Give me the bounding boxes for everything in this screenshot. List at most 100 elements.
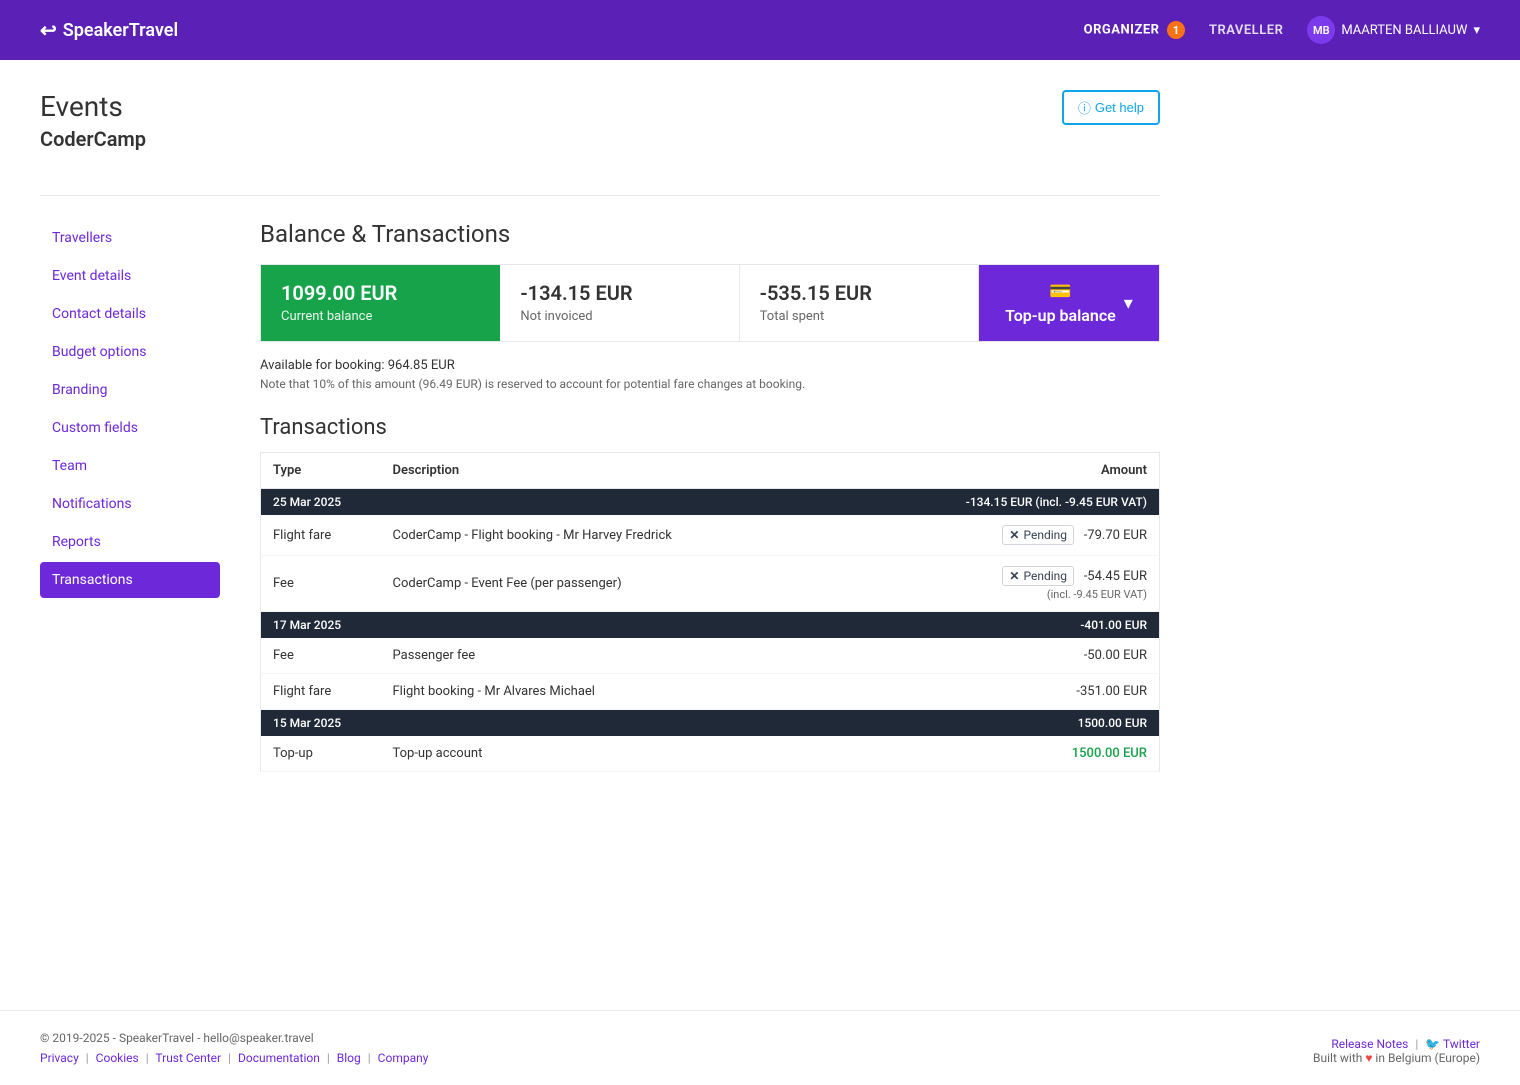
date-total: 1500.00 EUR <box>940 710 1160 737</box>
footer-link-cookies[interactable]: Cookies <box>96 1051 139 1065</box>
sidebar: Travellers Event details Contact details… <box>40 220 220 772</box>
date-label: 25 Mar 2025 <box>261 489 381 516</box>
sidebar-item-event-details[interactable]: Event details <box>40 258 220 294</box>
footer-link-blog[interactable]: Blog <box>337 1051 361 1065</box>
divider <box>40 195 1160 196</box>
total-spent-label: Total spent <box>760 309 958 324</box>
total-spent-card: -535.15 EUR Total spent <box>740 265 979 341</box>
footer-link-company[interactable]: Company <box>378 1051 429 1065</box>
logo[interactable]: ↩ SpeakerTravel <box>40 18 178 42</box>
footer-link-trust-center[interactable]: Trust Center <box>155 1051 221 1065</box>
sub-amount: (incl. -9.45 EUR VAT) <box>952 588 1148 601</box>
table-row: Top-up Top-up account 1500.00 EUR <box>261 736 1160 772</box>
nav-badge: 1 <box>1167 21 1185 39</box>
row-type: Flight fare <box>261 674 381 710</box>
date-total: -401.00 EUR <box>940 612 1160 639</box>
row-amount: -351.00 EUR <box>940 674 1160 710</box>
transactions-title: Transactions <box>260 415 1160 440</box>
row-description: Flight booking - Mr Alvares Michael <box>381 674 940 710</box>
row-amount: 1500.00 EUR <box>940 736 1160 772</box>
current-balance-amount: 1099.00 EUR <box>281 281 479 305</box>
logo-icon: ↩ <box>40 18 57 42</box>
row-type: Top-up <box>261 736 381 772</box>
table-row: Fee CoderCamp - Event Fee (per passenger… <box>261 556 1160 612</box>
table-row: Fee Passenger fee -50.00 EUR <box>261 638 1160 674</box>
get-help-button[interactable]: ⓘ Get help <box>1062 90 1160 125</box>
page-subtitle: CoderCamp <box>40 127 146 151</box>
x-icon: ✕ <box>1009 569 1019 583</box>
date-group-row: 25 Mar 2025 -134.15 EUR (incl. -9.45 EUR… <box>261 489 1160 516</box>
not-invoiced-label: Not invoiced <box>520 309 718 324</box>
row-amount: ✕ Pending -54.45 EUR (incl. -9.45 EUR VA… <box>940 556 1160 612</box>
amount-positive: 1500.00 EUR <box>1072 746 1147 761</box>
sidebar-item-team[interactable]: Team <box>40 448 220 484</box>
row-type: Fee <box>261 638 381 674</box>
content-layout: Travellers Event details Contact details… <box>40 220 1160 772</box>
pending-badge: ✕ Pending <box>1002 566 1074 586</box>
header: ↩ SpeakerTravel ORGANIZER 1 TRAVELLER MB… <box>0 0 1520 60</box>
footer-copyright: © 2019-2025 - SpeakerTravel - hello@spea… <box>40 1031 428 1045</box>
chevron-down-icon: ▾ <box>1473 23 1480 38</box>
top-bar: Events CoderCamp ⓘ Get help <box>40 90 1160 175</box>
date-label: 15 Mar 2025 <box>261 710 381 737</box>
heart-icon: ♥ <box>1365 1051 1372 1065</box>
info-icon: ⓘ <box>1078 98 1091 117</box>
row-description: CoderCamp - Flight booking - Mr Harvey F… <box>381 515 940 556</box>
sidebar-item-notifications[interactable]: Notifications <box>40 486 220 522</box>
footer-links: Privacy | Cookies | Trust Center | Docum… <box>40 1051 428 1065</box>
row-description: CoderCamp - Event Fee (per passenger) <box>381 556 940 612</box>
row-amount: -50.00 EUR <box>940 638 1160 674</box>
row-type: Fee <box>261 556 381 612</box>
row-description: Top-up account <box>381 736 940 772</box>
logo-text: SpeakerTravel <box>63 20 178 41</box>
available-note: Note that 10% of this amount (96.49 EUR)… <box>260 377 1160 391</box>
date-group-row: 15 Mar 2025 1500.00 EUR <box>261 710 1160 737</box>
date-label: 17 Mar 2025 <box>261 612 381 639</box>
nav-user-name: MAARTEN BALLIAUW <box>1341 23 1467 38</box>
not-invoiced-amount: -134.15 EUR <box>520 281 718 305</box>
sidebar-item-travellers[interactable]: Travellers <box>40 220 220 256</box>
total-spent-amount: -535.15 EUR <box>760 281 958 305</box>
footer-right: Release Notes | 🐦 Twitter Built with ♥ i… <box>1313 1037 1480 1065</box>
not-invoiced-card: -134.15 EUR Not invoiced <box>500 265 739 341</box>
sidebar-item-contact-details[interactable]: Contact details <box>40 296 220 332</box>
table-header-row: Type Description Amount <box>261 453 1160 489</box>
balance-section-title: Balance & Transactions <box>260 220 1160 248</box>
topup-label: Top-up balance <box>1005 306 1116 325</box>
main-content: Events CoderCamp ⓘ Get help Travellers E… <box>0 60 1200 1010</box>
available-info: Available for booking: 964.85 EUR <box>260 358 1160 373</box>
footer-link-documentation[interactable]: Documentation <box>238 1051 320 1065</box>
pending-badge: ✕ Pending <box>1002 525 1074 545</box>
footer-left: © 2019-2025 - SpeakerTravel - hello@spea… <box>40 1031 428 1065</box>
topup-card[interactable]: 💳 Top-up balance ▾ <box>979 265 1159 341</box>
date-group-row: 17 Mar 2025 -401.00 EUR <box>261 612 1160 639</box>
sidebar-item-transactions[interactable]: Transactions <box>40 562 220 598</box>
date-total: -134.15 EUR (incl. -9.45 EUR VAT) <box>940 489 1160 516</box>
table-row: Flight fare Flight booking - Mr Alvares … <box>261 674 1160 710</box>
page-header: Events CoderCamp <box>40 90 146 175</box>
sidebar-item-branding[interactable]: Branding <box>40 372 220 408</box>
header-nav: ORGANIZER 1 TRAVELLER MB MAARTEN BALLIAU… <box>1084 16 1480 44</box>
sidebar-item-reports[interactable]: Reports <box>40 524 220 560</box>
avatar: MB <box>1307 16 1335 44</box>
row-amount: ✕ Pending -79.70 EUR <box>940 515 1160 556</box>
transactions-table: Type Description Amount 25 Mar 2025 -134… <box>260 452 1160 772</box>
sidebar-item-custom-fields[interactable]: Custom fields <box>40 410 220 446</box>
footer-built-with: Built with ♥ in Belgium (Europe) <box>1313 1051 1480 1065</box>
page-title: Events <box>40 90 146 123</box>
col-description: Description <box>381 453 940 489</box>
nav-organizer[interactable]: ORGANIZER 1 <box>1084 21 1185 39</box>
topup-content: 💳 Top-up balance <box>1005 281 1116 325</box>
col-amount: Amount <box>940 453 1160 489</box>
col-type: Type <box>261 453 381 489</box>
footer-release-notes[interactable]: Release Notes <box>1331 1037 1408 1051</box>
row-type: Flight fare <box>261 515 381 556</box>
footer-twitter[interactable]: Twitter <box>1443 1037 1480 1051</box>
wallet-icon: 💳 <box>1005 281 1116 302</box>
row-description: Passenger fee <box>381 638 940 674</box>
sidebar-item-budget-options[interactable]: Budget options <box>40 334 220 370</box>
nav-user[interactable]: MB MAARTEN BALLIAUW ▾ <box>1307 16 1480 44</box>
nav-traveller[interactable]: TRAVELLER <box>1209 23 1283 38</box>
footer-link-privacy[interactable]: Privacy <box>40 1051 79 1065</box>
chevron-down-icon: ▾ <box>1124 293 1133 314</box>
